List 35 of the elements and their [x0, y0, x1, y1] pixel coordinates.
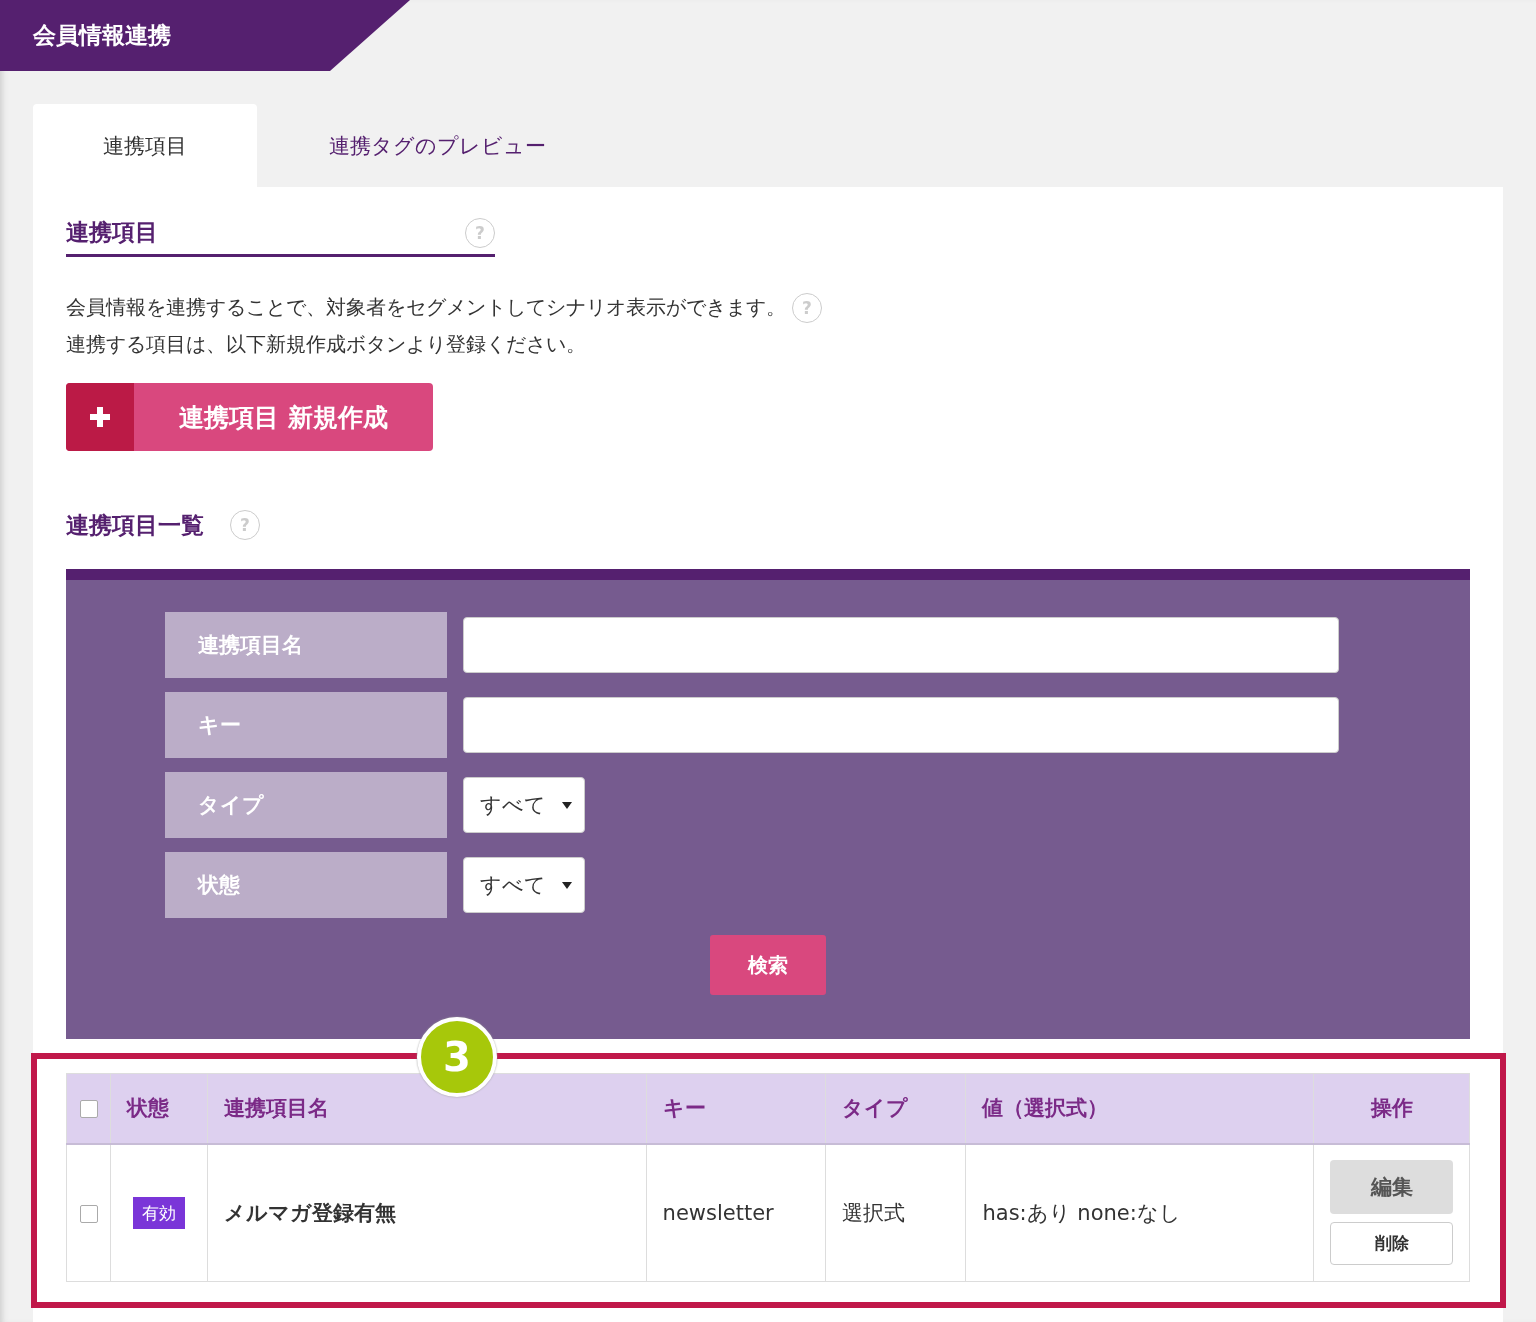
checkbox[interactable] — [79, 1100, 98, 1119]
filter-label: 連携項目名 — [165, 612, 447, 678]
caret-icon — [562, 881, 572, 889]
table-cell: has:あり none:なし — [982, 1200, 1181, 1225]
delete-button[interactable]: 削除 — [1330, 1222, 1453, 1266]
filter-label: タイプ — [165, 772, 447, 838]
column-header: 状態 — [127, 1096, 170, 1121]
table-cell: 選択式 — [842, 1200, 906, 1225]
column-header: 操作 — [1370, 1096, 1413, 1121]
filter-label: キー — [165, 692, 447, 758]
select-dropdown[interactable]: すべて — [463, 777, 585, 833]
create-button[interactable]: 連携項目 新規作成 — [66, 383, 433, 451]
list-title: 連携項目一覧 — [66, 510, 204, 540]
column-header: キー — [662, 1096, 706, 1121]
caret-icon — [562, 801, 572, 809]
input-field[interactable] — [463, 617, 1339, 673]
status-tag: 有効 — [133, 1197, 186, 1230]
plus-icon — [89, 406, 111, 428]
table-cell: メルマガ登録有無 — [224, 1200, 396, 1225]
page-title: 会員情報連携 — [33, 21, 171, 50]
section-title: 連携項目 — [66, 218, 158, 247]
column-header: 連携項目名 — [224, 1096, 329, 1121]
tab[interactable]: 連携タグのプレビュー — [257, 104, 617, 187]
checkbox[interactable] — [79, 1204, 98, 1223]
search-button[interactable]: 検索 — [710, 935, 826, 995]
edit-button[interactable]: 編集 — [1330, 1160, 1453, 1215]
input-field[interactable] — [463, 697, 1339, 753]
table-cell: newsletter — [662, 1200, 774, 1225]
description-text: 連携する項目は、以下新規作成ボタンより登録ください。 — [66, 331, 586, 358]
description-text: 会員情報を連携することで、対象者をセグメントしてシナリオ表示ができます。 — [66, 294, 786, 321]
column-header: 値（選択式） — [982, 1096, 1109, 1121]
column-header: タイプ — [842, 1096, 909, 1121]
filter-label: 状態 — [165, 852, 447, 918]
select-dropdown[interactable]: すべて — [463, 857, 585, 913]
tab[interactable]: 連携項目 — [33, 104, 257, 187]
